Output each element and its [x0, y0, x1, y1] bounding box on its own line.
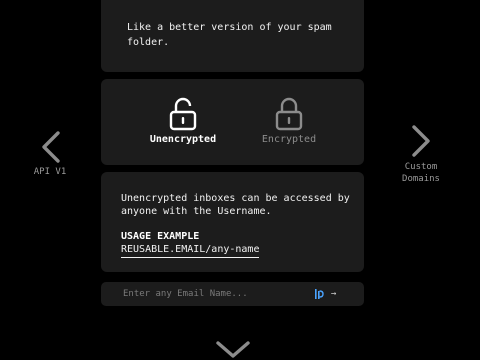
- encryption-selector: Unencrypted Encrypted: [101, 79, 364, 165]
- chevron-left-icon[interactable]: [38, 130, 64, 164]
- info-text: Unencrypted inboxes can be accessed by a…: [121, 193, 350, 217]
- unencrypted-option[interactable]: Unencrypted: [138, 97, 228, 146]
- usage-title: USAGE EXAMPLE: [121, 231, 200, 242]
- nav-right-label[interactable]: Custom Domains: [392, 161, 450, 185]
- encrypted-label: Encrypted: [261, 134, 317, 145]
- description-card: Like a better version of your spam folde…: [101, 0, 364, 72]
- email-input-bar: →: [101, 282, 364, 306]
- email-name-input[interactable]: [123, 285, 303, 303]
- chevron-right-icon[interactable]: [408, 124, 434, 158]
- locked-icon: [275, 97, 303, 131]
- encrypted-option[interactable]: Encrypted: [244, 97, 334, 146]
- submit-arrow-button[interactable]: →: [331, 287, 336, 301]
- encryption-toggle-icon[interactable]: [314, 288, 326, 300]
- nav-left-label[interactable]: API V1: [22, 167, 78, 178]
- info-card: Unencrypted inboxes can be accessed by a…: [101, 172, 364, 272]
- usage-example-link[interactable]: REUSABLE.EMAIL/any-name: [121, 244, 260, 258]
- unencrypted-label: Unencrypted: [149, 134, 217, 145]
- chevron-down-icon[interactable]: [215, 338, 251, 360]
- unlocked-icon: [169, 97, 197, 131]
- description-text: Like a better version of your spam folde…: [127, 22, 332, 48]
